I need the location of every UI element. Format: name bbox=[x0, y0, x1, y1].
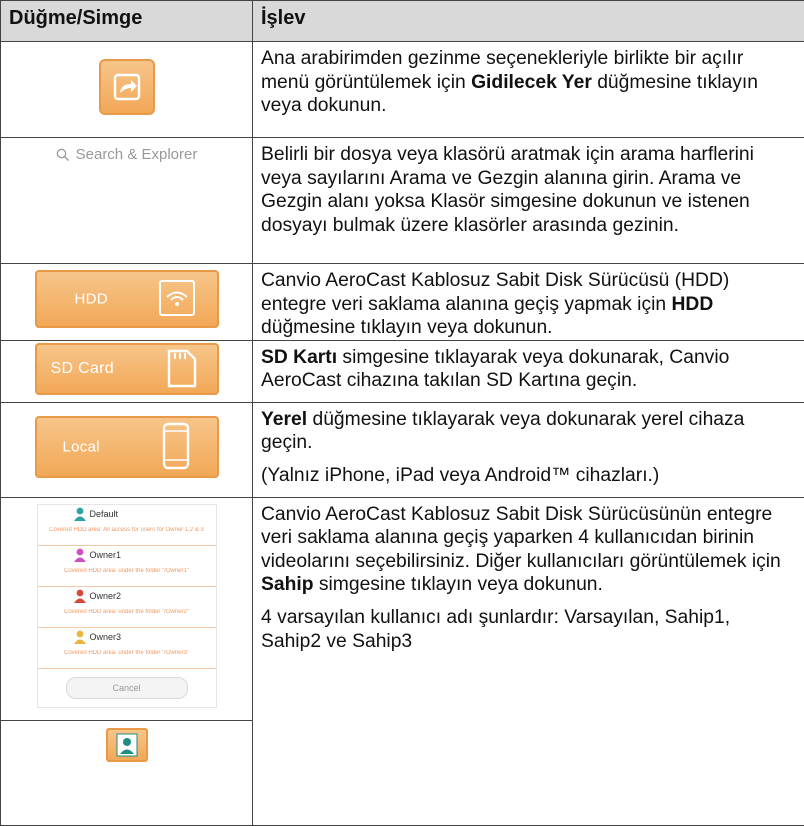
row-bold: Yerel bbox=[261, 409, 307, 430]
goto-description: Ana arabirimden gezinme seçenekleriyle b… bbox=[253, 42, 804, 138]
owner-icon-cell: Default Covered HDD area: All access for… bbox=[1, 497, 253, 825]
owner-option[interactable]: Default Covered HDD area: All access for… bbox=[38, 505, 216, 546]
hdd-button[interactable]: HDD bbox=[35, 270, 219, 328]
owner-option[interactable]: Owner3 Covered HDD area: under the folde… bbox=[38, 628, 216, 669]
hdd-description: Canvio AeroCast Kablosuz Sabit Disk Sürü… bbox=[253, 264, 804, 341]
user-icon bbox=[72, 547, 88, 563]
sd-card-icon bbox=[165, 349, 199, 389]
search-description: Belirli bir dosya veya klasörü aratmak i… bbox=[253, 138, 804, 264]
table-row: Default Covered HDD area: All access for… bbox=[1, 497, 804, 825]
cancel-row: Cancel bbox=[38, 669, 216, 707]
search-explorer-field[interactable]: Search & Explorer bbox=[1, 146, 252, 163]
row-text: düğmesine tıklayarak veya dokunarak yere… bbox=[261, 409, 744, 454]
row-text: Canvio AeroCast Kablosuz Sabit Disk Sürü… bbox=[261, 270, 729, 315]
wifi-drive-icon bbox=[157, 278, 197, 318]
table-row: Ana arabirimden gezinme seçenekleriyle b… bbox=[1, 42, 804, 138]
owner-subtext: Covered HDD area: All access for users f… bbox=[48, 527, 206, 533]
table-row: Local Yerel düğmesine tıklayarak veya do… bbox=[1, 402, 804, 497]
row-text: simgesine tıklayın veya dokunun. bbox=[314, 574, 603, 595]
user-icon bbox=[72, 506, 88, 522]
function-table: Düğme/Simge İşlev Ana arabirimden gezinm… bbox=[0, 0, 804, 826]
owner-text: Canvio AeroCast Kablosuz Sabit Disk Sürü… bbox=[261, 503, 794, 597]
owner-picker: Default Covered HDD area: All access for… bbox=[37, 504, 217, 708]
user-icon bbox=[72, 588, 88, 604]
user-icon bbox=[108, 730, 146, 760]
owner-option[interactable]: Owner2 Covered HDD area: under the folde… bbox=[38, 587, 216, 628]
row-bold: Sahip bbox=[261, 574, 314, 595]
local-note: (Yalnız iPhone, iPad veya Android™ cihaz… bbox=[261, 464, 794, 488]
row-bold: SD Kartı bbox=[261, 347, 337, 368]
table-row: SD Card SD Kartı simgesine tıklayarak ve… bbox=[1, 340, 804, 402]
owner-subtext: Covered HDD area: under the folder "/Own… bbox=[48, 568, 206, 574]
owner-description: Canvio AeroCast Kablosuz Sabit Disk Sürü… bbox=[253, 497, 804, 825]
row-text: Canvio AeroCast Kablosuz Sabit Disk Sürü… bbox=[261, 504, 781, 572]
header-button-icon: Düğme/Simge bbox=[1, 1, 253, 42]
phone-icon bbox=[161, 422, 191, 470]
owner-default-names: 4 varsayılan kullanıcı adı şunlardır: Va… bbox=[261, 606, 794, 653]
user-icon bbox=[72, 629, 88, 645]
row-bold: HDD bbox=[671, 294, 713, 315]
row-bold: Gidilecek Yer bbox=[471, 72, 592, 93]
cancel-button[interactable]: Cancel bbox=[66, 677, 188, 699]
sdcard-icon-cell: SD Card bbox=[1, 340, 253, 402]
hdd-button-label: HDD bbox=[75, 291, 108, 308]
local-button[interactable]: Local bbox=[35, 416, 219, 478]
search-explorer-label: Search & Explorer bbox=[76, 146, 198, 163]
hdd-icon-cell: HDD bbox=[1, 264, 253, 341]
owner-subtext: Covered HDD area: under the folder "/Own… bbox=[48, 650, 206, 656]
header-function: İşlev bbox=[253, 1, 804, 42]
owner-subtext: Covered HDD area: under the folder "/Own… bbox=[48, 609, 206, 615]
sdcard-description: SD Kartı simgesine tıklayarak veya dokun… bbox=[253, 340, 804, 402]
owner-name: Owner3 bbox=[90, 632, 122, 642]
table-row: HDD Canvio AeroCast Kablosuz Sabit Disk … bbox=[1, 264, 804, 341]
owner-name: Owner2 bbox=[90, 591, 122, 601]
sdcard-button[interactable]: SD Card bbox=[35, 343, 219, 395]
share-arrow-icon bbox=[101, 61, 153, 113]
local-text: Yerel düğmesine tıklayarak veya dokunara… bbox=[261, 408, 794, 455]
owner-button[interactable] bbox=[106, 728, 148, 762]
owner-name: Default bbox=[90, 509, 119, 519]
row-text: düğmesine tıklayın veya dokunun. bbox=[261, 317, 553, 338]
owner-name: Owner1 bbox=[90, 550, 122, 560]
local-icon-cell: Local bbox=[1, 402, 253, 497]
goto-button[interactable] bbox=[99, 59, 155, 115]
local-description: Yerel düğmesine tıklayarak veya dokunara… bbox=[253, 402, 804, 497]
owner-option[interactable]: Owner1 Covered HDD area: under the folde… bbox=[38, 546, 216, 587]
local-button-label: Local bbox=[63, 439, 100, 456]
sdcard-button-label: SD Card bbox=[51, 360, 114, 378]
goto-icon-cell bbox=[1, 42, 253, 138]
search-icon-cell: Search & Explorer bbox=[1, 138, 253, 264]
table-row: Search & Explorer Belirli bir dosya veya… bbox=[1, 138, 804, 264]
table-header-row: Düğme/Simge İşlev bbox=[1, 1, 804, 42]
search-icon bbox=[56, 148, 70, 162]
owner-button-wrap bbox=[1, 721, 252, 767]
